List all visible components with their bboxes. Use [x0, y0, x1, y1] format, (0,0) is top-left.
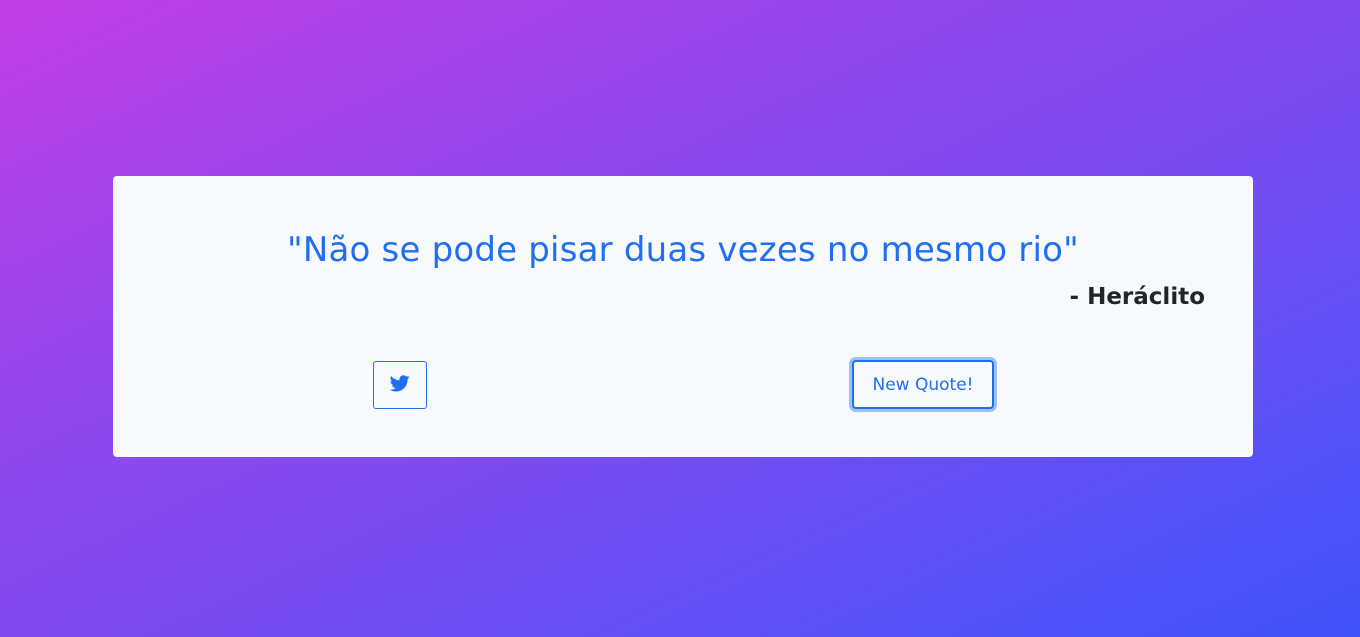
- quote-text: "Não se pode pisar duas vezes no mesmo r…: [287, 230, 1079, 270]
- twitter-icon: [389, 374, 410, 396]
- new-quote-button[interactable]: New Quote!: [852, 360, 994, 409]
- quote-card: "Não se pode pisar duas vezes no mesmo r…: [113, 176, 1253, 457]
- tweet-button[interactable]: [373, 361, 427, 409]
- quote-author: - Heráclito: [1069, 284, 1205, 310]
